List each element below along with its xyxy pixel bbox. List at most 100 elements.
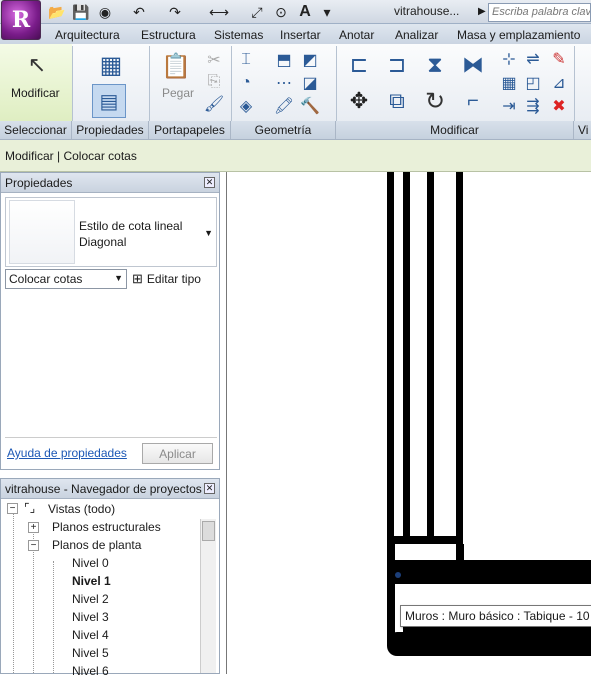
properties-help-link[interactable]: Ayuda de propiedades (7, 446, 127, 460)
edit-type-button[interactable]: ⊞ Editar tipo (132, 270, 216, 288)
wall-geometry (387, 172, 591, 656)
panel-label-propiedades[interactable]: Propiedades (72, 121, 149, 139)
delete-icon[interactable]: ✖ (550, 97, 568, 115)
scale-icon[interactable]: ◰ (524, 74, 542, 92)
split-gap-icon[interactable]: ⇌ (524, 50, 542, 68)
measure-icon[interactable]: ⟷ (209, 3, 229, 21)
modify-button[interactable]: Modificar (11, 86, 60, 100)
options-bar: Modificar | Colocar cotas (0, 140, 591, 172)
tree-item-nivel-4[interactable]: Nivel 4 (72, 628, 109, 642)
tab-arquitectura[interactable]: Arquitectura (55, 28, 120, 42)
properties-icon[interactable]: ▤ (92, 84, 126, 118)
tab-sistemas[interactable]: Sistemas (214, 28, 263, 42)
tab-estructura[interactable]: Estructura (141, 28, 196, 42)
rotate-icon[interactable]: ↻ (420, 86, 450, 116)
offset-icon[interactable]: ⊐ (382, 50, 412, 80)
wall-line (387, 560, 591, 584)
qat-dropdown-icon[interactable]: ▾ (318, 3, 336, 21)
panel-label-modificar[interactable]: Modificar (336, 121, 574, 139)
application-menu-button[interactable]: R (1, 0, 41, 40)
close-icon[interactable]: ✕ (204, 177, 215, 188)
tree-item-vistas[interactable]: Vistas (todo) (48, 502, 115, 516)
trim-multiple-icon[interactable]: ⇥ (500, 97, 518, 115)
expand-icon[interactable]: + (28, 522, 39, 533)
align-icon[interactable]: ⊏ (344, 50, 374, 80)
split-face-icon[interactable]: ⋯ (274, 73, 294, 93)
instance-filter-value: Colocar cotas (9, 272, 83, 286)
hammer-icon[interactable]: 🔨 (300, 96, 320, 116)
remove-paint-icon[interactable]: ◪ (300, 73, 320, 93)
type-family-name: Estilo de cota lineal (79, 219, 183, 233)
paste-icon[interactable]: 📋 (161, 50, 191, 82)
redo-icon[interactable]: ↷ (166, 3, 184, 21)
array-icon[interactable]: ▦ (500, 74, 518, 92)
instance-filter-select[interactable]: Colocar cotas ▼ (5, 269, 127, 289)
cut-geometry-icon[interactable]: ◔ (236, 73, 256, 93)
tab-insertar[interactable]: Insertar (280, 28, 321, 42)
type-properties-icon[interactable]: ▦ (95, 50, 127, 80)
tab-masa[interactable]: Masa y emplazamiento (457, 28, 580, 42)
browser-title: vitrahouse - Navegador de proyectos (5, 482, 202, 496)
mirror-axis-icon[interactable]: ⧗ (420, 50, 450, 80)
paste-button-label: Pegar (162, 86, 195, 100)
close-icon[interactable]: ✕ (204, 483, 215, 494)
panel-label-seleccionar[interactable]: Seleccionar (0, 121, 72, 139)
floor-plan-drawing[interactable] (227, 172, 591, 674)
edit-type-label: Editar tipo (146, 272, 201, 286)
demolish-icon[interactable]: ◩ (300, 50, 320, 70)
mirror-draw-icon[interactable]: ⧓ (458, 50, 488, 80)
chevron-down-icon: ▼ (204, 228, 213, 238)
type-selector[interactable]: Estilo de cota lineal Diagonal ▼ (5, 197, 217, 267)
copy-element-icon[interactable]: ⧉ (382, 86, 412, 116)
tree-item-planos-estructurales[interactable]: Planos estructurales (52, 520, 161, 534)
element-tooltip: Muros : Muro básico : Tabique - 10 (400, 605, 591, 627)
type-name: Diagonal (79, 235, 127, 249)
tree-item-nivel-6[interactable]: Nivel 6 (72, 664, 109, 678)
wall-line (387, 536, 463, 544)
copy-icon[interactable]: ⎘ (206, 73, 222, 90)
tab-analizar[interactable]: Analizar (395, 28, 438, 42)
wall-joins-icon[interactable]: ⬒ (274, 50, 294, 70)
scrollbar[interactable] (200, 519, 216, 673)
tree-line (33, 531, 34, 673)
panel-label-vista[interactable]: Vi (574, 121, 591, 139)
apply-button[interactable]: Aplicar (142, 443, 213, 464)
aligned-dimension-icon[interactable]: ⤢ (248, 3, 266, 21)
sync-icon[interactable]: ◉ (96, 3, 114, 21)
join-icon[interactable]: ◈ (236, 96, 256, 116)
open-icon[interactable]: 📂 (48, 3, 66, 21)
tab-anotar[interactable]: Anotar (339, 28, 374, 42)
match-properties-icon[interactable]: 🖌 (204, 96, 224, 113)
tree-item-planos-de-planta[interactable]: Planos de planta (52, 538, 141, 552)
wall-line (387, 632, 417, 656)
undo-icon[interactable]: ↶ (130, 3, 148, 21)
trim-single-icon[interactable]: ⇶ (524, 97, 542, 115)
save-icon[interactable]: 💾 (72, 3, 90, 21)
collapse-icon[interactable]: − (7, 503, 18, 514)
search-input[interactable]: Escriba palabra clave (488, 3, 591, 22)
scrollbar-thumb[interactable] (202, 521, 215, 541)
collapse-icon[interactable]: − (28, 540, 39, 551)
panel-label-geometria[interactable]: Geometría (231, 121, 336, 139)
panel-label-portapapeles[interactable]: Portapapeles (149, 121, 231, 139)
move-icon[interactable]: ✥ (344, 86, 374, 116)
split-icon[interactable]: ⊹ (500, 50, 518, 68)
tag-icon[interactable]: ⊙ (272, 3, 290, 21)
trim-extend-icon[interactable]: ⌐ (458, 86, 488, 116)
unpin-icon[interactable]: ✎ (550, 50, 568, 68)
tree-item-nivel-5[interactable]: Nivel 5 (72, 646, 109, 660)
cursor-icon[interactable]: ↖ (26, 52, 48, 78)
tree-item-nivel-2[interactable]: Nivel 2 (72, 592, 109, 606)
project-browser: vitrahouse - Navegador de proyectos ✕ − … (0, 478, 220, 678)
tree-item-nivel-0[interactable]: Nivel 0 (72, 556, 109, 570)
text-icon[interactable]: A (296, 3, 314, 21)
cope-icon[interactable]: ⌶ (236, 50, 256, 70)
cut-icon[interactable]: ✂ (206, 52, 222, 69)
tree-item-nivel-3[interactable]: Nivel 3 (72, 610, 109, 624)
properties-header: Propiedades ✕ (1, 173, 219, 193)
pin-icon[interactable]: ⊿ (550, 74, 568, 92)
paint-icon[interactable]: 🖍 (274, 96, 294, 116)
context-label: Modificar | Colocar cotas (5, 149, 137, 163)
tree-item-nivel-1[interactable]: Nivel 1 (72, 574, 111, 588)
drawing-canvas[interactable]: Muros : Muro básico : Tabique - 10 (226, 172, 591, 674)
